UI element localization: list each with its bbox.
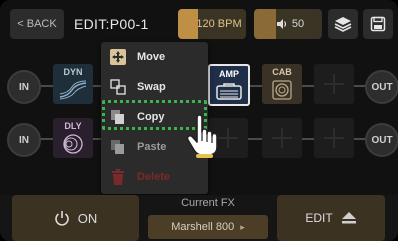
- delay-icon: [63, 134, 83, 154]
- screen: < BACK EDIT:P00-1 120 BPM 50 IN OUT DYN …: [0, 0, 398, 241]
- fx-dly-label: DLY: [64, 121, 82, 131]
- chain-2-input[interactable]: IN: [7, 123, 41, 157]
- chain-1-input[interactable]: IN: [7, 70, 41, 104]
- bottom-bar: ON Current FX Marshell 800 ▸ EDIT: [0, 195, 398, 241]
- swap-icon: [110, 79, 126, 95]
- fx-block-amp[interactable]: AMP: [208, 64, 250, 106]
- chevron-right-icon: ▸: [240, 221, 245, 232]
- menu-item-label: Swap: [137, 81, 166, 93]
- fx-block-cab[interactable]: CAB: [262, 64, 302, 104]
- volume-slider-fill: [254, 9, 276, 39]
- current-fx-selector[interactable]: Marshell 800 ▸: [148, 215, 268, 239]
- save-icon: [370, 16, 386, 32]
- layers-icon: [334, 17, 352, 32]
- hand-pointer-icon: [186, 114, 218, 156]
- layers-button[interactable]: [328, 9, 358, 39]
- edit-label: EDIT: [305, 211, 333, 225]
- top-bar: < BACK EDIT:P00-1 120 BPM 50: [10, 9, 393, 39]
- chain-2-output[interactable]: OUT: [365, 123, 398, 157]
- cab-icon: [272, 80, 292, 100]
- edit-button[interactable]: EDIT: [277, 195, 385, 241]
- empty-slot[interactable]: [262, 118, 302, 158]
- menu-item-delete[interactable]: Delete: [101, 162, 208, 192]
- fx-cab-label: CAB: [272, 67, 292, 77]
- bpm-button[interactable]: 120 BPM: [178, 9, 246, 39]
- bpm-slider-fill: [178, 9, 198, 39]
- fx-block-dly[interactable]: DLY: [53, 118, 93, 158]
- volume-value: 50: [291, 18, 305, 30]
- menu-item-label: Move: [137, 51, 166, 63]
- on-button[interactable]: ON: [12, 195, 139, 241]
- fx-dyn-label: DYN: [63, 67, 83, 77]
- current-fx-label: Current FX: [181, 197, 235, 209]
- back-button[interactable]: < BACK: [10, 9, 64, 39]
- menu-item-swap[interactable]: Swap: [101, 72, 208, 102]
- move-icon: [110, 49, 126, 65]
- trash-icon: [110, 169, 126, 185]
- on-label: ON: [77, 210, 98, 226]
- speaker-icon: [277, 19, 287, 29]
- bpm-value: 120 BPM: [196, 18, 242, 30]
- eject-icon: [341, 212, 356, 224]
- save-button[interactable]: [363, 9, 393, 39]
- menu-item-label: Delete: [137, 171, 171, 183]
- dynamics-icon: [59, 80, 87, 100]
- page-title: EDIT:P00-1: [74, 16, 149, 32]
- empty-slot[interactable]: [314, 118, 354, 158]
- empty-slot[interactable]: [314, 64, 354, 104]
- menu-item-move[interactable]: Move: [101, 42, 208, 72]
- chain-1-output[interactable]: OUT: [365, 70, 398, 104]
- hand-underline: [196, 154, 213, 158]
- power-icon: [54, 211, 69, 226]
- paste-icon: [110, 139, 126, 155]
- menu-item-label: Paste: [137, 141, 167, 153]
- volume-button[interactable]: 50: [254, 9, 322, 39]
- current-fx-value: Marshell 800: [171, 221, 235, 233]
- fx-block-dyn[interactable]: DYN: [53, 64, 93, 104]
- fx-amp-label: AMP: [219, 69, 239, 79]
- amp-icon: [216, 83, 242, 100]
